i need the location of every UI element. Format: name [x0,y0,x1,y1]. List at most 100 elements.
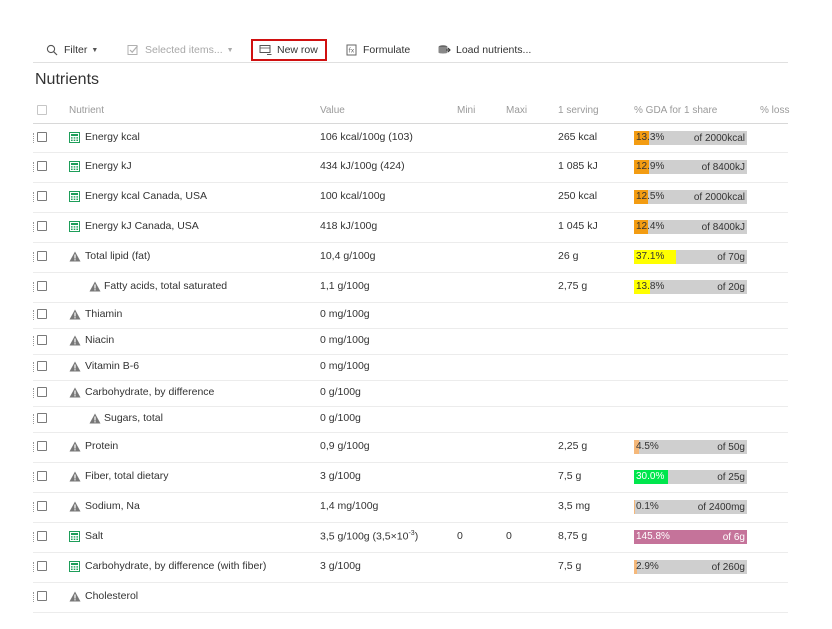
nutrient-name: Energy kJ Canada, USA [85,220,199,232]
gda-bar: 0.1% of 2400mg [634,500,747,514]
load-database-icon [437,43,451,57]
table-row[interactable]: Energy kJ 434 kJ/100g (424) 1 085 kJ 12.9% o… [33,152,788,183]
gda-percent: 12.9% [636,161,665,172]
drag-handle[interactable] [33,502,36,512]
row-checkbox[interactable] [37,281,47,291]
table-row[interactable]: Carbohydrate, by difference (with fiber)… [33,552,788,583]
column-header-maxi[interactable]: Maxi [506,105,527,116]
serving-value: 2,75 g [558,280,588,292]
filter-button[interactable]: Filter ▼ [45,40,98,60]
column-header-serving[interactable]: 1 serving [558,105,599,116]
column-header-mini[interactable]: Mini [457,105,475,116]
nutrient-value[interactable]: 3 g/100g [320,470,361,482]
drag-handle[interactable] [33,192,36,202]
table-row[interactable]: Salt 3,5 g/100g (3,5×10-3) 0 0 8,75 g 145.8% o… [33,522,788,553]
gda-percent: 12.5% [636,191,665,202]
row-checkbox[interactable] [37,161,47,171]
selected-items-button[interactable]: Selected items... ▼ [126,40,234,60]
search-icon [45,43,59,57]
column-header-loss[interactable]: % loss [760,105,789,116]
table-row[interactable]: Cholesterol [33,582,788,613]
nutrient-name: Energy kcal [85,131,140,143]
row-checkbox[interactable] [37,221,47,231]
drag-handle[interactable] [33,472,36,482]
nutrient-value[interactable]: 0 mg/100g [320,334,370,346]
nutrient-name: Energy kcal Canada, USA [85,190,207,202]
table-row[interactable]: Energy kcal 106 kcal/100g (103) 265 kcal 13… [33,124,788,153]
nutrient-value[interactable]: 100 kcal/100g [320,190,385,202]
nutrient-value[interactable]: 0 mg/100g [320,360,370,372]
gda-percent: 145.8% [636,531,670,542]
drag-handle[interactable] [33,362,36,372]
row-checkbox[interactable] [37,132,47,142]
row-checkbox[interactable] [37,561,47,571]
table-row[interactable]: Fiber, total dietary 3 g/100g 7,5 g 30.0% of… [33,462,788,493]
table-row[interactable]: Thiamin 0 mg/100g [33,302,788,329]
column-header-gda[interactable]: % GDA for 1 share [634,105,717,116]
drag-handle[interactable] [33,592,36,602]
nutrient-value[interactable]: 1,4 mg/100g [320,500,378,512]
row-checkbox[interactable] [37,471,47,481]
row-checkbox[interactable] [37,191,47,201]
row-checkbox[interactable] [37,309,47,319]
drag-handle[interactable] [33,133,36,143]
column-header-nutrient[interactable]: Nutrient [69,105,104,116]
select-all-checkbox[interactable] [37,105,47,115]
drag-handle[interactable] [33,162,36,172]
drag-handle[interactable] [33,310,36,320]
row-checkbox[interactable] [37,441,47,451]
nutrient-value[interactable]: 3 g/100g [320,560,361,572]
table-row[interactable]: Vitamin B-6 0 mg/100g [33,354,788,381]
drag-handle[interactable] [33,282,36,292]
drag-handle[interactable] [33,336,36,346]
warning-icon [69,471,81,482]
maxi-value[interactable]: 0 [506,530,512,542]
nutrient-value[interactable]: 10,4 g/100g [320,250,375,262]
nutrient-value[interactable]: 418 kJ/100g [320,220,377,232]
serving-value: 1 045 kJ [558,220,598,232]
nutrient-value[interactable]: 0 g/100g [320,386,361,398]
serving-value: 8,75 g [558,530,588,542]
table-row[interactable]: Fatty acids, total saturated 1,1 g/100g 2,… [33,272,788,303]
gda-reference: of 2000kcal [693,133,745,144]
warning-icon [69,251,81,262]
formulate-button[interactable]: fx Formulate [344,40,410,60]
row-checkbox[interactable] [37,251,47,261]
table-row[interactable]: Protein 0,9 g/100g 2,25 g 4.5% of 50g [33,432,788,463]
row-checkbox[interactable] [37,335,47,345]
drag-handle[interactable] [33,252,36,262]
nutrient-value[interactable]: 0 g/100g [320,412,361,424]
row-checkbox[interactable] [37,361,47,371]
drag-handle[interactable] [33,562,36,572]
drag-handle[interactable] [33,388,36,398]
table-row[interactable]: Sugars, total 0 g/100g [33,406,788,433]
nutrient-value[interactable]: 0 mg/100g [320,308,370,320]
nutrient-value[interactable]: 1,1 g/100g [320,280,370,292]
row-checkbox[interactable] [37,591,47,601]
nutrient-value[interactable]: 106 kcal/100g (103) [320,131,413,143]
drag-handle[interactable] [33,442,36,452]
table-row[interactable]: Niacin 0 mg/100g [33,328,788,355]
table-row[interactable]: Energy kJ Canada, USA 418 kJ/100g 1 045 kJ… [33,212,788,243]
serving-value: 265 kcal [558,131,598,143]
load-nutrients-button[interactable]: Load nutrients... [437,40,531,60]
new-row-button[interactable]: New row [251,39,327,61]
row-checkbox[interactable] [37,413,47,423]
row-checkbox[interactable] [37,531,47,541]
drag-handle[interactable] [33,532,36,542]
mini-value[interactable]: 0 [457,530,463,542]
table-row[interactable]: Carbohydrate, by difference 0 g/100g [33,380,788,407]
nutrient-value[interactable]: 434 kJ/100g (424) [320,160,405,172]
drag-handle[interactable] [33,222,36,232]
column-header-value[interactable]: Value [320,105,345,116]
table-row[interactable]: Energy kcal Canada, USA 100 kcal/100g 250 … [33,182,788,213]
nutrient-value[interactable]: 0,9 g/100g [320,440,370,452]
gda-reference: of 2400mg [697,502,745,513]
nutrient-value[interactable]: 3,5 g/100g (3,5×10-3) [320,530,418,543]
drag-handle[interactable] [33,414,36,424]
table-row[interactable]: Sodium, Na 1,4 mg/100g 3,5 mg 0.1% of 2400mg [33,492,788,523]
row-checkbox[interactable] [37,387,47,397]
table-row[interactable]: Total lipid (fat) 10,4 g/100g 26 g 37.1% of … [33,242,788,273]
row-checkbox[interactable] [37,501,47,511]
load-nutrients-label: Load nutrients... [456,44,532,56]
